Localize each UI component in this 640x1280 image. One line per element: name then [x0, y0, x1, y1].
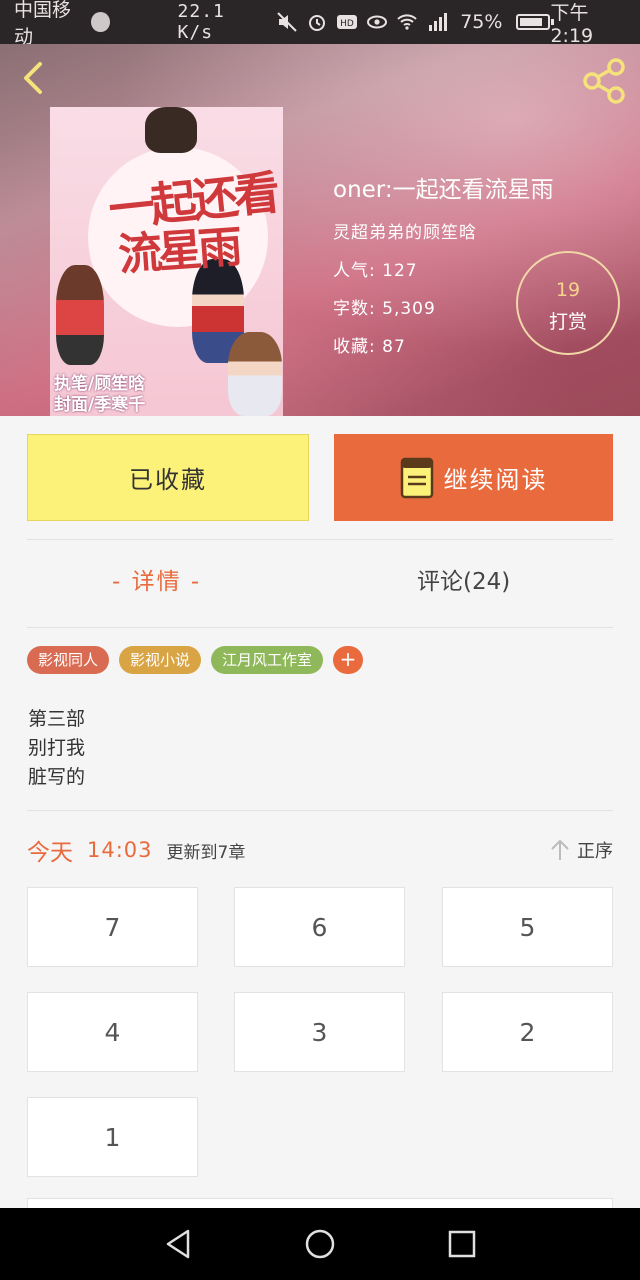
book-cover[interactable]: 一起还看 流星雨 执笔/顾笙晗 封面/季寒千 — [50, 107, 283, 416]
tab-detail[interactable]: - 详情 - — [112, 562, 201, 596]
status-icons: HD 75% — [276, 11, 555, 33]
chapter-button[interactable]: 6 — [234, 887, 405, 967]
battery-icon — [516, 14, 555, 30]
tag-item[interactable]: 影视小说 — [119, 646, 202, 674]
cover-author-line: 执笔/顾笙晗 — [54, 374, 146, 394]
wifi-icon — [397, 14, 417, 30]
chapter-button[interactable]: 4 — [27, 992, 198, 1072]
description-line: 别打我 — [28, 737, 86, 759]
alarm-icon — [309, 15, 326, 31]
continue-reading-button[interactable]: 继续阅读 — [334, 434, 613, 521]
mute-icon — [277, 12, 297, 32]
book-icon — [400, 457, 433, 498]
add-tag-button[interactable]: + — [333, 646, 364, 674]
update-info: 今天 14:03 更新到7章 正序 — [27, 832, 613, 868]
clock: 下午2:19 — [550, 1, 594, 47]
word-count-stat: 字数: 5,309 — [333, 299, 436, 319]
chapter-button[interactable]: 5 — [442, 887, 613, 967]
update-day: 今天 — [27, 840, 73, 866]
cover-character-left — [56, 265, 104, 365]
battery-percent: 75% — [460, 11, 503, 33]
chapter-button[interactable]: 7 — [27, 887, 198, 967]
update-text: 更新到7章 — [166, 842, 246, 863]
cover-character-top — [145, 107, 197, 153]
chapter-button[interactable]: 1 — [27, 1097, 198, 1177]
carrier: 中国移动 — [14, 0, 110, 49]
status-bar: 中国移动 22.1 K/s HD 75% 下午2:19 — [0, 0, 640, 48]
cover-credits: 执笔/顾笙晗 封面/季寒千 — [54, 374, 145, 416]
collected-label: 已收藏 — [129, 466, 207, 494]
divider — [27, 627, 613, 628]
cover-title-line2: 流星雨 — [116, 221, 240, 282]
nav-home-icon[interactable] — [302, 1226, 338, 1262]
svg-text:HD: HD — [340, 19, 354, 29]
book-header: 一起还看 流星雨 执笔/顾笙晗 封面/季寒千 oner:一起还看流星雨 灵超弟弟… — [0, 44, 640, 416]
carrier-logo-icon — [90, 12, 110, 32]
signal-icon — [429, 13, 448, 31]
cover-artist-line: 封面/季寒千 — [54, 395, 146, 415]
chapter-button[interactable]: 2 — [442, 992, 613, 1072]
description-line: 脏写的 — [28, 766, 86, 788]
reward-label: 打赏 — [548, 311, 587, 333]
book-title: oner:一起还看流星雨 — [333, 177, 554, 203]
tab-comments[interactable]: 评论(24) — [417, 562, 510, 596]
system-nav-bar — [0, 1208, 640, 1280]
chapter-button[interactable]: 3 — [234, 992, 405, 1072]
popularity-stat: 人气: 127 — [333, 261, 418, 281]
nav-back-icon[interactable] — [160, 1226, 196, 1262]
reward-count: 19 — [555, 279, 581, 301]
nav-recents-icon[interactable] — [444, 1226, 480, 1262]
back-icon[interactable] — [14, 58, 54, 98]
collected-button[interactable]: 已收藏 — [27, 434, 309, 521]
share-icon[interactable] — [580, 56, 630, 106]
sort-label: 正序 — [577, 841, 613, 862]
reward-button[interactable]: 19 打赏 — [516, 251, 620, 355]
description-line: 第三部 — [28, 708, 86, 730]
cover-character-right — [228, 332, 282, 416]
tag-item[interactable]: 影视同人 — [27, 646, 110, 674]
update-time: 14:03 — [87, 838, 153, 862]
favorites-stat: 收藏: 87 — [333, 337, 406, 357]
arrow-up-icon — [551, 839, 569, 860]
divider — [27, 539, 613, 540]
book-author[interactable]: 灵超弟弟的顾笙晗 — [333, 218, 477, 243]
sort-button[interactable]: 正序 — [549, 837, 613, 863]
carrier-label: 中国移动 — [14, 0, 72, 48]
eye-icon — [367, 15, 388, 29]
continue-reading-label: 继续阅读 — [443, 466, 548, 494]
hd-icon: HD — [337, 15, 358, 29]
network-speed: 22.1 K/s — [177, 1, 225, 43]
tag-list: 影视同人 影视小说 江月风工作室 + — [27, 646, 364, 674]
book-description: 第三部 别打我 脏写的 — [28, 705, 85, 792]
tag-item[interactable]: 江月风工作室 — [211, 646, 324, 674]
divider — [27, 810, 613, 811]
